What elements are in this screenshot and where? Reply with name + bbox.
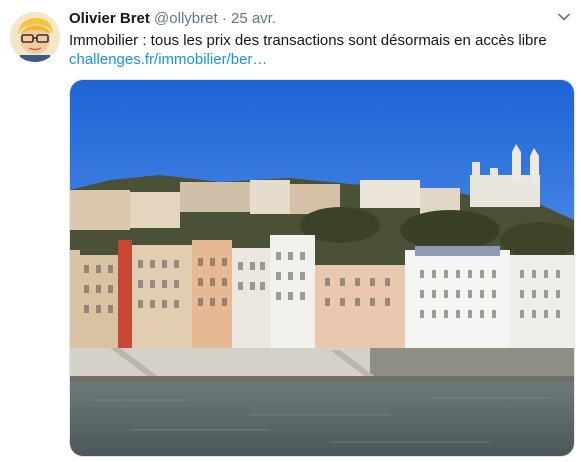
author-handle[interactable]: @ollybret (154, 10, 218, 27)
lyon-riverside-photo (70, 80, 574, 456)
chevron-down-icon[interactable] (557, 10, 571, 24)
avatar[interactable] (10, 12, 60, 62)
tweet-text: Immobilier : tous les prix des transacti… (69, 32, 547, 49)
tweet-header: Olivier Bret @ollybret · 25 avr. (69, 10, 571, 30)
tweet-date[interactable]: 25 avr. (231, 10, 276, 27)
tweet-link[interactable]: challenges.fr/immobilier/ber… (69, 51, 267, 68)
author-name[interactable]: Olivier Bret (69, 10, 150, 27)
tweet-media-photo[interactable] (69, 79, 575, 457)
separator: · (221, 10, 227, 27)
avatar-illustration (10, 12, 60, 62)
